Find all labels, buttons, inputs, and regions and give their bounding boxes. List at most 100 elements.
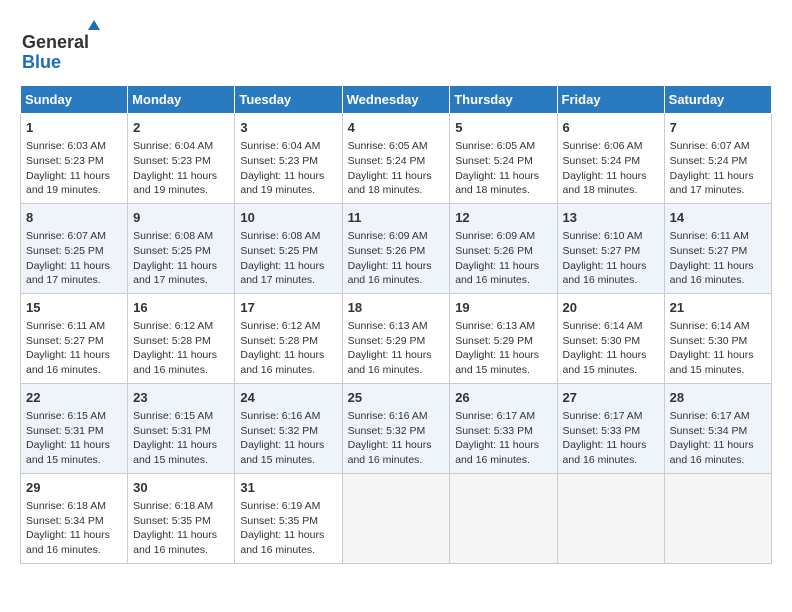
calendar-cell: 3 Sunrise: 6:04 AM Sunset: 5:23 PM Daylig… bbox=[235, 114, 342, 204]
calendar-cell: 2 Sunrise: 6:04 AM Sunset: 5:23 PM Daylig… bbox=[128, 114, 235, 204]
day-number: 7 bbox=[670, 119, 766, 137]
day-number: 21 bbox=[670, 299, 766, 317]
day-number: 20 bbox=[563, 299, 659, 317]
day-info: Sunrise: 6:15 AM Sunset: 5:31 PM Dayligh… bbox=[133, 409, 229, 468]
logo: General Blue bbox=[20, 20, 130, 75]
day-number: 18 bbox=[348, 299, 445, 317]
day-info: Sunrise: 6:16 AM Sunset: 5:32 PM Dayligh… bbox=[348, 409, 445, 468]
calendar-cell: 22Sunrise: 6:15 AM Sunset: 5:31 PM Dayli… bbox=[21, 383, 128, 473]
day-number: 25 bbox=[348, 389, 445, 407]
calendar-cell: 4 Sunrise: 6:05 AM Sunset: 5:24 PM Daylig… bbox=[342, 114, 450, 204]
day-info: Sunrise: 6:04 AM Sunset: 5:23 PM Dayligh… bbox=[240, 139, 336, 198]
calendar-cell: 7 Sunrise: 6:07 AM Sunset: 5:24 PM Daylig… bbox=[664, 114, 771, 204]
day-number: 9 bbox=[133, 209, 229, 227]
day-number: 5 bbox=[455, 119, 551, 137]
calendar-cell: 1 Sunrise: 6:03 AM Sunset: 5:23 PM Daylig… bbox=[21, 114, 128, 204]
calendar-cell: 8 Sunrise: 6:07 AM Sunset: 5:25 PM Daylig… bbox=[21, 203, 128, 293]
calendar-cell: 10 Sunrise: 6:08 AM Sunset: 5:25 PM Dayli… bbox=[235, 203, 342, 293]
day-info: Sunrise: 6:03 AM Sunset: 5:23 PM Dayligh… bbox=[26, 139, 122, 198]
day-info: Sunrise: 6:07 AM Sunset: 5:24 PM Dayligh… bbox=[670, 139, 766, 198]
day-number: 19 bbox=[455, 299, 551, 317]
header-day-saturday: Saturday bbox=[664, 86, 771, 114]
day-number: 4 bbox=[348, 119, 445, 137]
calendar-cell: 17Sunrise: 6:12 AM Sunset: 5:28 PM Dayli… bbox=[235, 293, 342, 383]
day-info: Sunrise: 6:16 AM Sunset: 5:32 PM Dayligh… bbox=[240, 409, 336, 468]
day-info: Sunrise: 6:17 AM Sunset: 5:33 PM Dayligh… bbox=[455, 409, 551, 468]
day-number: 11 bbox=[348, 209, 445, 227]
day-info: Sunrise: 6:05 AM Sunset: 5:24 PM Dayligh… bbox=[455, 139, 551, 198]
calendar-header-row: SundayMondayTuesdayWednesdayThursdayFrid… bbox=[21, 86, 772, 114]
day-info: Sunrise: 6:05 AM Sunset: 5:24 PM Dayligh… bbox=[348, 139, 445, 198]
day-info: Sunrise: 6:17 AM Sunset: 5:34 PM Dayligh… bbox=[670, 409, 766, 468]
day-number: 28 bbox=[670, 389, 766, 407]
day-number: 27 bbox=[563, 389, 659, 407]
calendar-cell: 5 Sunrise: 6:05 AM Sunset: 5:24 PM Daylig… bbox=[450, 114, 557, 204]
svg-text:General: General bbox=[22, 32, 89, 52]
day-info: Sunrise: 6:18 AM Sunset: 5:34 PM Dayligh… bbox=[26, 499, 122, 558]
day-info: Sunrise: 6:18 AM Sunset: 5:35 PM Dayligh… bbox=[133, 499, 229, 558]
day-number: 14 bbox=[670, 209, 766, 227]
day-number: 24 bbox=[240, 389, 336, 407]
day-number: 26 bbox=[455, 389, 551, 407]
header-day-friday: Friday bbox=[557, 86, 664, 114]
day-info: Sunrise: 6:14 AM Sunset: 5:30 PM Dayligh… bbox=[563, 319, 659, 378]
day-number: 8 bbox=[26, 209, 122, 227]
day-info: Sunrise: 6:12 AM Sunset: 5:28 PM Dayligh… bbox=[133, 319, 229, 378]
calendar-cell: 15Sunrise: 6:11 AM Sunset: 5:27 PM Dayli… bbox=[21, 293, 128, 383]
calendar-cell: 29Sunrise: 6:18 AM Sunset: 5:34 PM Dayli… bbox=[21, 473, 128, 563]
calendar-cell: 20 Sunrise: 6:14 AM Sunset: 5:30 PM Dayli… bbox=[557, 293, 664, 383]
day-info: Sunrise: 6:09 AM Sunset: 5:26 PM Dayligh… bbox=[348, 229, 445, 288]
calendar-cell: 30 Sunrise: 6:18 AM Sunset: 5:35 PM Dayli… bbox=[128, 473, 235, 563]
calendar-cell: 6 Sunrise: 6:06 AM Sunset: 5:24 PM Daylig… bbox=[557, 114, 664, 204]
calendar-cell: 25 Sunrise: 6:16 AM Sunset: 5:32 PM Dayli… bbox=[342, 383, 450, 473]
calendar-cell bbox=[342, 473, 450, 563]
day-number: 3 bbox=[240, 119, 336, 137]
calendar-cell: 12Sunrise: 6:09 AM Sunset: 5:26 PM Dayli… bbox=[450, 203, 557, 293]
day-number: 23 bbox=[133, 389, 229, 407]
day-info: Sunrise: 6:11 AM Sunset: 5:27 PM Dayligh… bbox=[26, 319, 122, 378]
day-number: 31 bbox=[240, 479, 336, 497]
calendar-cell: 19Sunrise: 6:13 AM Sunset: 5:29 PM Dayli… bbox=[450, 293, 557, 383]
calendar-cell: 18Sunrise: 6:13 AM Sunset: 5:29 PM Dayli… bbox=[342, 293, 450, 383]
page-header: General Blue bbox=[20, 20, 772, 75]
calendar-cell bbox=[450, 473, 557, 563]
calendar-cell: 13Sunrise: 6:10 AM Sunset: 5:27 PM Dayli… bbox=[557, 203, 664, 293]
calendar-cell: 31 Sunrise: 6:19 AM Sunset: 5:35 PM Dayli… bbox=[235, 473, 342, 563]
logo-svg: General Blue bbox=[20, 20, 130, 75]
day-number: 30 bbox=[133, 479, 229, 497]
header-day-monday: Monday bbox=[128, 86, 235, 114]
header-day-thursday: Thursday bbox=[450, 86, 557, 114]
calendar-week-1: 1 Sunrise: 6:03 AM Sunset: 5:23 PM Daylig… bbox=[21, 114, 772, 204]
day-info: Sunrise: 6:07 AM Sunset: 5:25 PM Dayligh… bbox=[26, 229, 122, 288]
day-number: 1 bbox=[26, 119, 122, 137]
calendar-cell: 23 Sunrise: 6:15 AM Sunset: 5:31 PM Dayli… bbox=[128, 383, 235, 473]
calendar-cell: 16 Sunrise: 6:12 AM Sunset: 5:28 PM Dayli… bbox=[128, 293, 235, 383]
day-info: Sunrise: 6:09 AM Sunset: 5:26 PM Dayligh… bbox=[455, 229, 551, 288]
calendar-cell: 14 Sunrise: 6:11 AM Sunset: 5:27 PM Dayli… bbox=[664, 203, 771, 293]
day-info: Sunrise: 6:11 AM Sunset: 5:27 PM Dayligh… bbox=[670, 229, 766, 288]
day-info: Sunrise: 6:08 AM Sunset: 5:25 PM Dayligh… bbox=[133, 229, 229, 288]
calendar-cell: 21 Sunrise: 6:14 AM Sunset: 5:30 PM Dayli… bbox=[664, 293, 771, 383]
calendar-cell: 11 Sunrise: 6:09 AM Sunset: 5:26 PM Dayli… bbox=[342, 203, 450, 293]
day-info: Sunrise: 6:04 AM Sunset: 5:23 PM Dayligh… bbox=[133, 139, 229, 198]
day-number: 13 bbox=[563, 209, 659, 227]
calendar-cell bbox=[664, 473, 771, 563]
calendar-cell: 28 Sunrise: 6:17 AM Sunset: 5:34 PM Dayli… bbox=[664, 383, 771, 473]
calendar-cell: 26 Sunrise: 6:17 AM Sunset: 5:33 PM Dayli… bbox=[450, 383, 557, 473]
day-info: Sunrise: 6:14 AM Sunset: 5:30 PM Dayligh… bbox=[670, 319, 766, 378]
calendar-week-5: 29Sunrise: 6:18 AM Sunset: 5:34 PM Dayli… bbox=[21, 473, 772, 563]
svg-text:Blue: Blue bbox=[22, 52, 61, 72]
day-number: 10 bbox=[240, 209, 336, 227]
day-number: 16 bbox=[133, 299, 229, 317]
day-info: Sunrise: 6:08 AM Sunset: 5:25 PM Dayligh… bbox=[240, 229, 336, 288]
calendar-cell: 27Sunrise: 6:17 AM Sunset: 5:33 PM Dayli… bbox=[557, 383, 664, 473]
calendar-table: SundayMondayTuesdayWednesdayThursdayFrid… bbox=[20, 85, 772, 564]
day-number: 6 bbox=[563, 119, 659, 137]
calendar-header: SundayMondayTuesdayWednesdayThursdayFrid… bbox=[21, 86, 772, 114]
header-day-sunday: Sunday bbox=[21, 86, 128, 114]
day-number: 2 bbox=[133, 119, 229, 137]
day-info: Sunrise: 6:06 AM Sunset: 5:24 PM Dayligh… bbox=[563, 139, 659, 198]
calendar-week-3: 15Sunrise: 6:11 AM Sunset: 5:27 PM Dayli… bbox=[21, 293, 772, 383]
header-day-wednesday: Wednesday bbox=[342, 86, 450, 114]
day-info: Sunrise: 6:19 AM Sunset: 5:35 PM Dayligh… bbox=[240, 499, 336, 558]
